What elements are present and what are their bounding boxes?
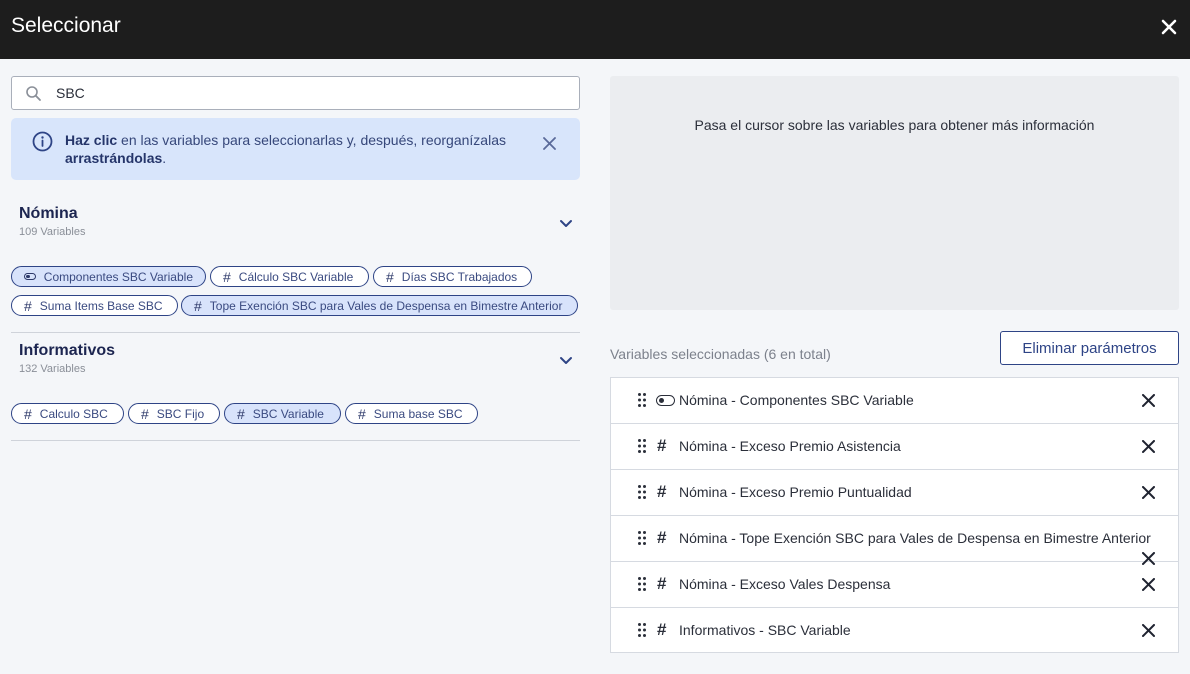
selected-item[interactable]: # Nómina - Exceso Premio Puntualidad <box>611 470 1178 516</box>
selected-item-label: Informativos - SBC Variable <box>679 622 851 638</box>
info-panel-text: Pasa el cursor sobre las variables para … <box>694 117 1095 133</box>
group-count-nomina: 109 Variables <box>19 226 86 238</box>
hash-icon: # <box>24 297 32 314</box>
banner-text: Haz clic en las variables para seleccion… <box>65 132 506 166</box>
hash-icon: # <box>237 405 245 422</box>
close-banner-icon[interactable] <box>543 137 556 150</box>
drag-handle-icon[interactable] <box>638 623 646 637</box>
search-box <box>11 76 580 110</box>
drag-handle-icon[interactable] <box>638 531 646 545</box>
hash-icon: # <box>358 405 366 422</box>
hash-icon: # <box>657 436 667 455</box>
close-icon[interactable] <box>1160 18 1178 36</box>
selected-item-label: Nómina - Exceso Premio Puntualidad <box>679 484 912 500</box>
selected-item[interactable]: # Nómina - Exceso Premio Asistencia <box>611 424 1178 470</box>
chevron-down-icon[interactable] <box>559 219 573 229</box>
hash-icon: # <box>657 482 667 501</box>
remove-item-icon[interactable] <box>1142 578 1155 591</box>
hash-icon: # <box>194 297 202 314</box>
selected-item-label: Nómina - Exceso Premio Asistencia <box>679 438 901 454</box>
remove-parameters-button[interactable]: Eliminar parámetros <box>1000 331 1179 365</box>
info-banner: Haz clic en las variables para seleccion… <box>11 118 580 180</box>
chip-sbc-variable[interactable]: # SBC Variable <box>224 403 341 424</box>
drag-handle-icon[interactable] <box>638 393 646 407</box>
remove-item-icon[interactable] <box>1142 394 1155 407</box>
toggle-icon <box>24 273 36 280</box>
selected-item[interactable]: Nómina - Componentes SBC Variable <box>611 378 1178 424</box>
chip-componentes-sbc-variable[interactable]: Componentes SBC Variable <box>11 266 206 287</box>
hash-icon: # <box>386 268 394 285</box>
selected-item[interactable]: # Nómina - Tope Exención SBC para Vales … <box>611 516 1178 565</box>
remove-item-icon[interactable] <box>1142 624 1155 637</box>
chip-tope-exencion-sbc[interactable]: # Tope Exención SBC para Vales de Despens… <box>181 295 578 316</box>
variable-info-panel: Pasa el cursor sobre las variables para … <box>610 76 1179 310</box>
group-title-nomina[interactable]: Nómina <box>19 205 78 223</box>
chip-dias-sbc-trabajados[interactable]: # Días SBC Trabajados <box>373 266 532 287</box>
info-icon <box>32 131 53 152</box>
chip-sbc-fijo[interactable]: # SBC Fijo <box>128 403 220 424</box>
hash-icon: # <box>141 405 149 422</box>
dialog-header: Seleccionar <box>0 0 1190 59</box>
hash-icon: # <box>223 268 231 285</box>
hash-icon: # <box>24 405 32 422</box>
selected-item-label: Nómina - Tope Exención SBC para Vales de… <box>679 530 1151 546</box>
group-count-informativos: 132 Variables <box>19 363 86 375</box>
hash-icon: # <box>657 620 667 639</box>
selected-item-label: Nómina - Componentes SBC Variable <box>679 392 914 408</box>
drag-handle-icon[interactable] <box>638 485 646 499</box>
selected-item-label: Nómina - Exceso Vales Despensa <box>679 576 891 592</box>
divider <box>11 440 580 441</box>
hash-icon: # <box>657 528 667 547</box>
selected-item[interactable]: # Informativos - SBC Variable <box>611 608 1178 654</box>
drag-handle-icon[interactable] <box>638 577 646 591</box>
search-input[interactable] <box>56 83 556 103</box>
remove-item-icon[interactable] <box>1142 440 1155 453</box>
selected-variables-label: Variables seleccionadas (6 en total) <box>610 346 831 362</box>
search-icon <box>26 86 41 101</box>
chip-calculo-sbc[interactable]: # Calculo SBC <box>11 403 124 424</box>
chevron-down-icon[interactable] <box>559 356 573 366</box>
chip-calculo-sbc-variable[interactable]: # Cálculo SBC Variable <box>210 266 369 287</box>
divider <box>11 332 580 333</box>
chip-suma-items-base-sbc[interactable]: # Suma Items Base SBC <box>11 295 178 316</box>
selected-variables-list: Nómina - Componentes SBC Variable # Nómi… <box>610 377 1179 653</box>
group-title-informativos[interactable]: Informativos <box>19 342 115 360</box>
toggle-icon <box>656 395 675 406</box>
dialog-title: Seleccionar <box>11 14 121 37</box>
hash-icon: # <box>657 574 667 593</box>
selected-item[interactable]: # Nómina - Exceso Vales Despensa <box>611 562 1178 608</box>
chip-suma-base-sbc[interactable]: # Suma base SBC <box>345 403 478 424</box>
remove-item-icon[interactable] <box>1142 486 1155 499</box>
drag-handle-icon[interactable] <box>638 439 646 453</box>
